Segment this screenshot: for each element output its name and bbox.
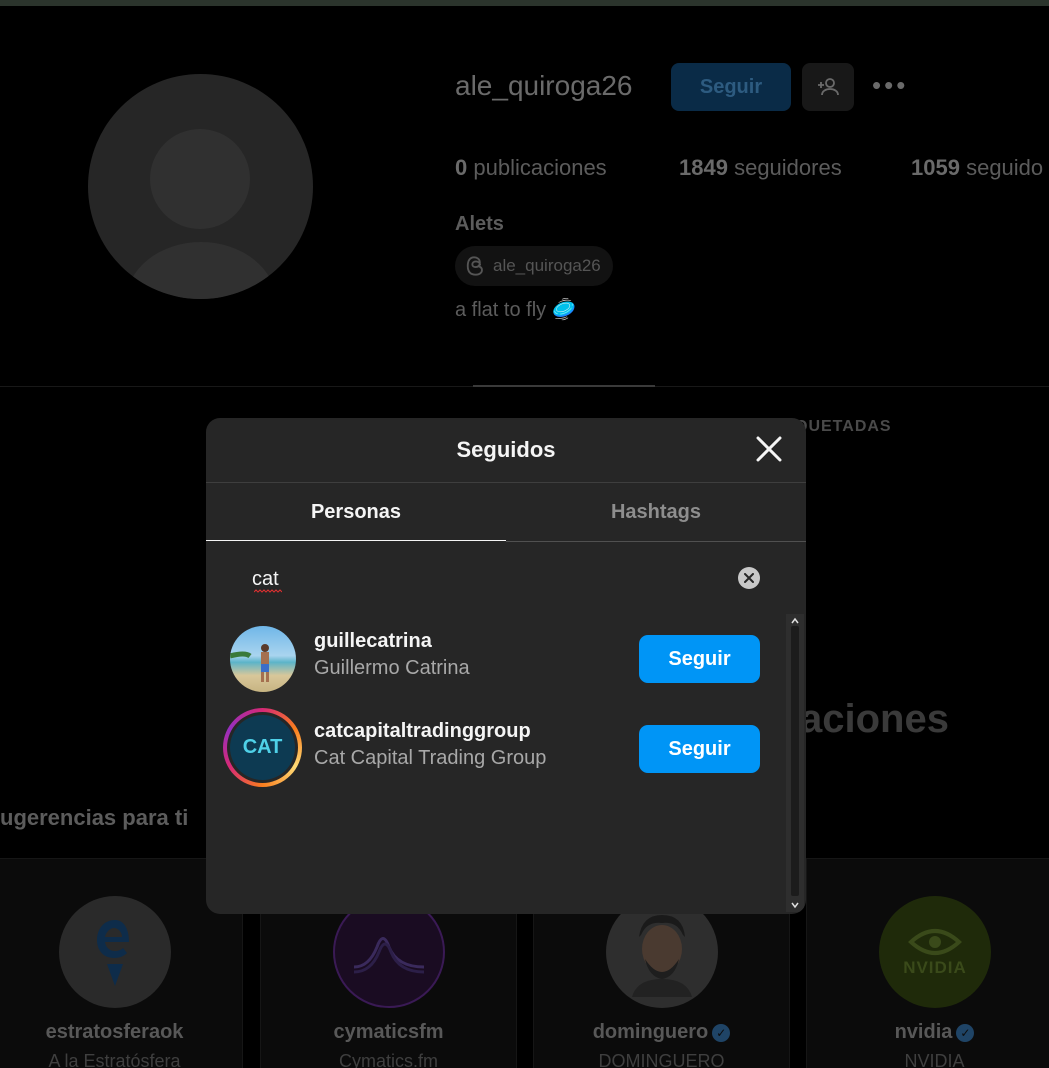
stat-followers[interactable]: 1849 seguidores (679, 155, 842, 181)
scroll-down-icon[interactable] (790, 901, 800, 909)
clear-search-icon[interactable] (738, 567, 760, 589)
user-avatar-story-ring[interactable]: CAT (223, 708, 302, 787)
active-tab-indicator (206, 540, 506, 541)
avatar-ring-gap: CAT (227, 712, 298, 783)
clear-x-glyph (744, 573, 754, 583)
posts-label: publicaciones (473, 155, 607, 180)
suggestion-subtitle: Cymatics.fm (339, 1051, 438, 1068)
following-count: 1059 (911, 155, 960, 180)
suggestion-subtitle: DOMINGUERO (598, 1051, 725, 1068)
cymatics-logo-icon (353, 937, 425, 974)
person-plus-icon (818, 78, 839, 96)
user-username[interactable]: guillecatrina (314, 630, 470, 653)
user-avatar[interactable] (230, 626, 296, 692)
threads-link[interactable]: ale_quiroga26 (455, 246, 613, 286)
empty-posts-heading: aciones (800, 697, 949, 741)
suggest-user-button[interactable] (802, 63, 854, 111)
user-full-name: Cat Capital Trading Group (314, 747, 547, 769)
nvidia-eye-icon (908, 929, 962, 955)
followers-count: 1849 (679, 155, 728, 180)
tab-personas[interactable]: Personas (206, 483, 506, 541)
estratosfera-logo-icon (97, 920, 129, 986)
suggestion-username: estratosferaok (45, 1021, 184, 1043)
threads-handle: ale_quiroga26 (493, 256, 601, 275)
profile-tab-active-indicator (473, 385, 655, 387)
list-scrollbar[interactable] (786, 614, 804, 912)
user-username[interactable]: catcapitaltradinggroup (314, 720, 546, 743)
following-dialog: Seguidos Personas Hashtags cat guillecat… (206, 418, 806, 914)
threads-icon (466, 256, 483, 276)
close-x-glyph (756, 436, 782, 462)
suggestion-card[interactable]: NVIDIA nvidia ✓ NVIDIA (806, 858, 1049, 1068)
profile-full-name: Alets (455, 213, 504, 235)
avatar-placeholder-head (150, 129, 250, 229)
verified-badge-icon: ✓ (956, 1023, 975, 1042)
suggestion-subtitle: NVIDIA (904, 1051, 965, 1068)
profile-follow-button[interactable]: Seguir (671, 63, 791, 111)
profile-bio: a flat to fly 🥏 (455, 299, 577, 321)
followers-label: seguidores (734, 155, 842, 180)
scrollbar-thumb[interactable] (791, 626, 799, 896)
avatar-placeholder-body (126, 242, 276, 299)
suggestions-title: ugerencias para ti (0, 805, 189, 830)
more-options-icon[interactable]: ••• (872, 70, 908, 101)
suggestion-avatar: NVIDIA (879, 896, 991, 1008)
user-full-name: Guillermo Catrina (314, 657, 470, 679)
tabs-divider (506, 541, 806, 542)
suggestion-avatar (59, 896, 171, 1008)
beach-photo (230, 644, 269, 682)
suggestion-username-text: dominguero (592, 1021, 709, 1043)
scroll-up-icon[interactable] (790, 617, 800, 625)
suggestion-username-text: nvidia (894, 1021, 953, 1043)
search-input[interactable] (252, 564, 712, 594)
tab-tagged[interactable]: QUETADAS (795, 418, 892, 436)
follow-button[interactable]: Seguir (639, 725, 760, 773)
follow-button[interactable]: Seguir (639, 635, 760, 683)
suggestion-subtitle: A la Estratósfera (48, 1051, 181, 1068)
cat-logo-text: CAT (242, 736, 283, 758)
profile-avatar[interactable] (88, 74, 313, 299)
suggestion-username: dominguero ✓ (534, 1021, 789, 1044)
spellcheck-underline (254, 589, 282, 593)
posts-count: 0 (455, 155, 468, 180)
dominguero-avatar-icon (632, 915, 692, 997)
results-list: guillecatrina Guillermo Catrina Seguir C… (206, 613, 786, 909)
user-info: catcapitaltradinggroup Cat Capital Tradi… (314, 720, 546, 770)
profile-username: ale_quiroga26 (455, 70, 633, 101)
stat-posts[interactable]: 0 publicaciones (455, 155, 607, 181)
suggestion-username: cymaticsfm (333, 1021, 444, 1043)
suggestion-username: nvidia ✓ (807, 1021, 1049, 1044)
close-icon[interactable] (754, 434, 784, 464)
stat-following[interactable]: 1059 seguido (911, 155, 1043, 181)
nvidia-logo-text: NVIDIA (903, 958, 967, 977)
list-item[interactable]: guillecatrina Guillermo Catrina Seguir (206, 613, 786, 703)
cat-capital-logo: CAT (230, 715, 295, 780)
list-item[interactable]: CAT catcapitaltradinggroup Cat Capital T… (206, 703, 786, 793)
following-label: seguido (966, 155, 1044, 180)
tab-hashtags[interactable]: Hashtags (506, 483, 806, 541)
dialog-title: Seguidos (456, 437, 556, 462)
search-bar (230, 553, 770, 603)
user-info: guillecatrina Guillermo Catrina (314, 630, 470, 680)
verified-badge-icon: ✓ (712, 1023, 731, 1042)
